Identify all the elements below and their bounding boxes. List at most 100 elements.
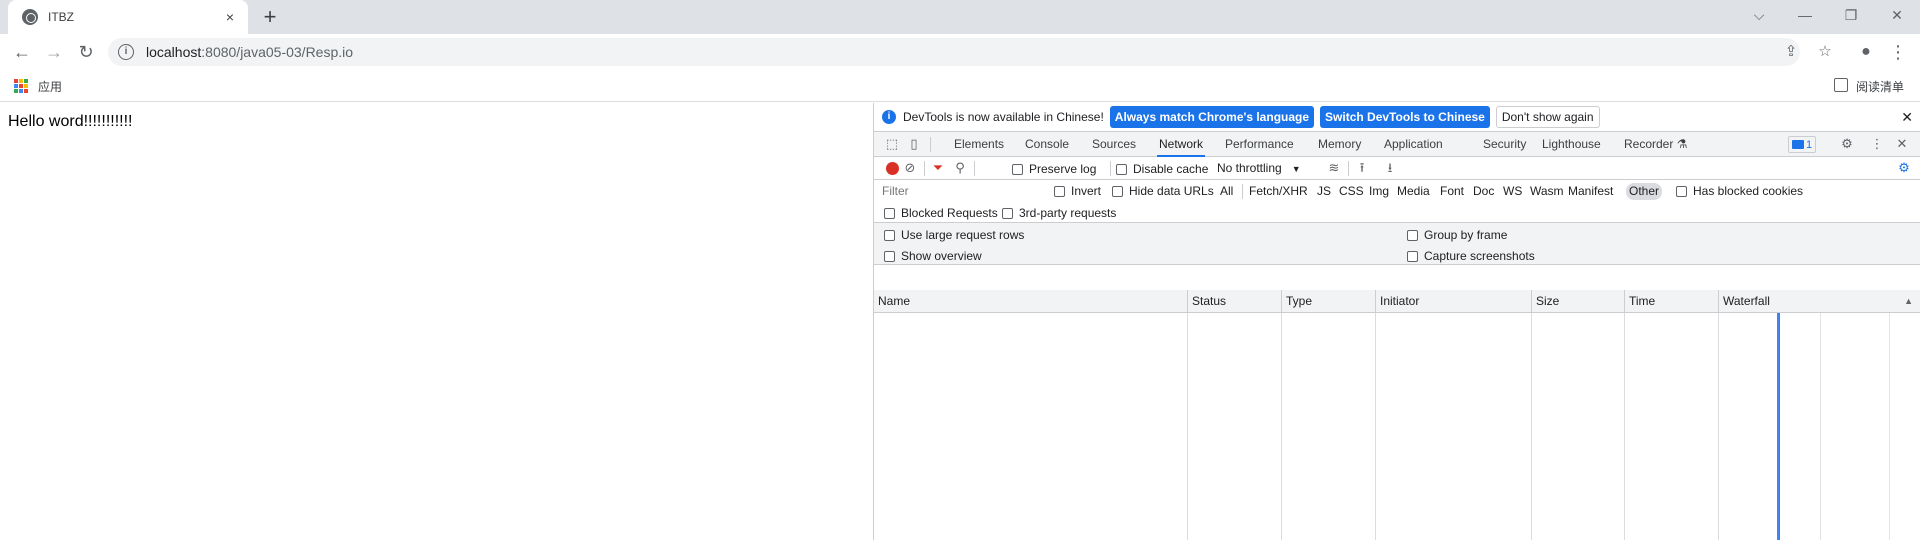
checkbox-box[interactable] xyxy=(1407,250,1418,262)
large-rows-checkbox[interactable]: Use large request rows xyxy=(884,228,1024,242)
tab-memory[interactable]: Memory xyxy=(1318,132,1361,157)
filter-type-manifest[interactable]: Manifest xyxy=(1565,183,1616,200)
network-conditions-icon[interactable]: ≋ xyxy=(1326,160,1342,176)
third-party-checkbox[interactable]: 3rd-party requests xyxy=(1002,206,1116,220)
checkbox-box[interactable] xyxy=(1676,185,1687,197)
tab-elements[interactable]: Elements xyxy=(954,132,1004,157)
filter-type-css[interactable]: CSS xyxy=(1336,183,1367,200)
tab-sources[interactable]: Sources xyxy=(1092,132,1136,157)
invert-checkbox[interactable]: Invert xyxy=(1054,184,1101,198)
tab-console[interactable]: Console xyxy=(1025,132,1069,157)
column-size[interactable]: Size xyxy=(1531,290,1624,313)
filter-input[interactable] xyxy=(878,182,1046,200)
column-status[interactable]: Status xyxy=(1187,290,1281,313)
group-by-frame-checkbox[interactable]: Group by frame xyxy=(1407,228,1507,242)
tab-application[interactable]: Application xyxy=(1384,132,1443,157)
minimize-button[interactable]: — xyxy=(1782,0,1828,30)
checkbox-box[interactable] xyxy=(1116,163,1127,175)
export-har-icon[interactable]: ⭳ xyxy=(1382,160,1398,176)
filter-type-doc[interactable]: Doc xyxy=(1470,183,1497,200)
clear-icon[interactable]: ⊘ xyxy=(902,160,918,176)
infobar-close-icon[interactable]: ✕ xyxy=(1901,109,1913,126)
gear-icon[interactable]: ⚙ xyxy=(1839,136,1855,152)
filter-type-other[interactable]: Other xyxy=(1626,183,1663,200)
back-button[interactable]: ← xyxy=(8,38,36,66)
record-button[interactable] xyxy=(886,162,899,175)
address-bar[interactable]: i localhost:8080/java05-03/Resp.io ⇪ ☆ xyxy=(108,38,1832,66)
checkbox-box[interactable] xyxy=(884,250,895,262)
url-text[interactable]: localhost:8080/java05-03/Resp.io xyxy=(146,44,353,60)
dont-show-again-button[interactable]: Don't show again xyxy=(1495,106,1600,128)
tab-recorder[interactable]: Recorder ⚗ xyxy=(1624,132,1687,157)
filter-type-media[interactable]: Media xyxy=(1394,183,1433,200)
has-blocked-cookies-checkbox[interactable]: Has blocked cookies xyxy=(1676,184,1803,198)
reading-list-label[interactable]: 阅读清单 xyxy=(1856,78,1904,95)
browser-tab[interactable]: ITBZ × xyxy=(8,0,248,34)
search-icon[interactable]: ⚲ xyxy=(952,160,968,176)
reload-button[interactable]: ↻ xyxy=(72,38,100,66)
new-tab-button[interactable]: + xyxy=(258,6,282,30)
match-language-button[interactable]: Always match Chrome's language xyxy=(1109,106,1315,128)
divider xyxy=(924,161,925,176)
filter-type-wasm[interactable]: Wasm xyxy=(1527,183,1567,200)
checkbox-box[interactable] xyxy=(1112,185,1123,197)
close-window-button[interactable]: ✕ xyxy=(1874,0,1920,30)
column-time[interactable]: Time xyxy=(1624,290,1718,313)
checkbox-box[interactable] xyxy=(1002,207,1013,219)
checkbox-box[interactable] xyxy=(884,229,895,241)
checkbox-box[interactable] xyxy=(884,207,895,219)
filter-type-all[interactable]: All xyxy=(1217,183,1236,200)
apps-label[interactable]: 应用 xyxy=(38,78,62,95)
filter-type-js[interactable]: JS xyxy=(1314,183,1334,200)
divider xyxy=(1110,161,1111,176)
hide-data-urls-checkbox[interactable]: Hide data URLs xyxy=(1112,184,1214,198)
tab-network[interactable]: Network xyxy=(1157,132,1206,157)
filter-type-font[interactable]: Font xyxy=(1437,183,1467,200)
apps-dot xyxy=(19,79,23,83)
forward-button[interactable]: → xyxy=(40,38,68,66)
tab-security[interactable]: Security xyxy=(1483,132,1526,157)
apps-dot xyxy=(19,84,23,88)
filter-type-img[interactable]: Img xyxy=(1366,183,1392,200)
site-info-icon[interactable]: i xyxy=(118,44,134,60)
checkbox-box[interactable] xyxy=(1407,229,1418,241)
tab-performance[interactable]: Performance xyxy=(1225,132,1294,157)
preserve-log-checkbox[interactable]: Preserve log xyxy=(1012,162,1096,176)
device-toolbar-icon[interactable]: ▯ xyxy=(906,136,922,152)
issues-count: 1 xyxy=(1805,138,1813,151)
import-har-icon[interactable]: ⭱ xyxy=(1354,160,1370,176)
bookmark-star-icon[interactable]: ☆ xyxy=(1816,43,1834,61)
show-overview-checkbox[interactable]: Show overview xyxy=(884,249,982,263)
tab-search-icon[interactable]: ⌵ xyxy=(1736,0,1782,30)
checkbox-box[interactable] xyxy=(1012,163,1023,175)
tab-lighthouse[interactable]: Lighthouse xyxy=(1542,132,1601,157)
tab-close-icon[interactable]: × xyxy=(222,9,238,25)
profile-icon[interactable]: ● xyxy=(1852,38,1880,66)
chrome-menu-button[interactable]: ⋮ xyxy=(1884,38,1912,66)
restore-button[interactable]: ❐ xyxy=(1828,0,1874,30)
share-icon[interactable]: ⇪ xyxy=(1782,43,1800,61)
column-initiator[interactable]: Initiator xyxy=(1375,290,1531,313)
large-rows-label: Use large request rows xyxy=(901,228,1025,242)
column-waterfall[interactable]: Waterfall ▲ xyxy=(1718,290,1920,313)
throttling-select[interactable]: No throttling ▼ xyxy=(1217,161,1301,175)
network-toolbar: ⊘ ⏷ ⚲ Preserve log Disable cache No thro… xyxy=(874,157,1920,180)
reading-list-icon[interactable] xyxy=(1834,78,1848,92)
disable-cache-checkbox[interactable]: Disable cache xyxy=(1116,162,1208,176)
request-table-body[interactable] xyxy=(874,313,1920,540)
switch-language-button[interactable]: Switch DevTools to Chinese xyxy=(1320,106,1490,128)
network-settings-gear-icon[interactable]: ⚙ xyxy=(1896,160,1912,176)
checkbox-box[interactable] xyxy=(1054,185,1065,197)
column-type[interactable]: Type xyxy=(1281,290,1375,313)
blocked-requests-checkbox[interactable]: Blocked Requests xyxy=(884,206,998,220)
filter-type-fetch-xhr[interactable]: Fetch/XHR xyxy=(1246,183,1311,200)
filter-type-ws[interactable]: WS xyxy=(1500,183,1525,200)
column-name[interactable]: Name xyxy=(874,290,1187,313)
capture-screenshots-checkbox[interactable]: Capture screenshots xyxy=(1407,249,1535,263)
inspect-element-icon[interactable]: ⬚ xyxy=(884,136,900,152)
filter-icon[interactable]: ⏷ xyxy=(930,160,946,176)
more-options-icon[interactable]: ⋮ xyxy=(1869,136,1885,152)
apps-icon[interactable] xyxy=(14,79,28,93)
close-devtools-icon[interactable]: ✕ xyxy=(1894,136,1910,152)
issues-badge[interactable]: 1 xyxy=(1788,136,1816,153)
